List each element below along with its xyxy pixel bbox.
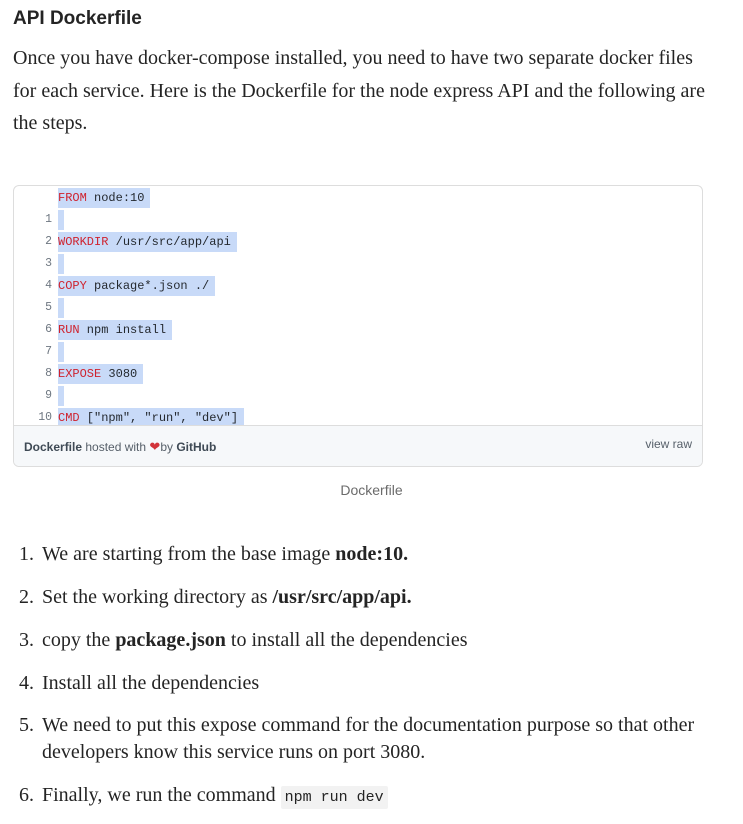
step-text: copy the: [42, 629, 116, 651]
list-item: 5. We need to put this expose command for…: [0, 712, 702, 766]
figure-caption: Dockerfile: [340, 482, 403, 498]
gist-file-link[interactable]: Dockerfile: [24, 440, 82, 454]
code-block[interactable]: 1 FROM node:10 2 3 WORKDIR /usr/src/app/…: [14, 186, 702, 446]
keyword: COPY: [58, 279, 87, 293]
keyword: CMD: [58, 411, 80, 425]
line-code: [58, 298, 64, 318]
intro-paragraph: Once you have docker-compose installed, …: [13, 47, 705, 134]
list-item: 6. Finally, we run the command npm run de…: [0, 782, 702, 811]
hosted-with-text: hosted with: [82, 440, 150, 454]
code-line: 6: [14, 297, 702, 336]
code-line: 3 WORKDIR /usr/src/app/api: [14, 231, 702, 270]
code-line: 1 FROM node:10: [14, 187, 702, 226]
section-heading: API Dockerfile: [13, 8, 142, 29]
list-number: 5.: [19, 714, 34, 736]
line-code: EXPOSE 3080: [58, 364, 144, 384]
list-number: 6.: [19, 784, 34, 806]
by-text: by: [160, 440, 177, 454]
line-code: FROM node:10: [58, 188, 151, 208]
step-text: We are starting from the base image: [42, 543, 336, 565]
line-code: COPY package*.json ./: [58, 276, 216, 296]
line-code: [58, 210, 64, 230]
code-line: 9 EXPOSE 3080: [14, 363, 702, 402]
keyword: FROM: [58, 191, 87, 205]
step-text: to install all the dependencies: [225, 629, 468, 651]
code-text: package*.json ./: [86, 279, 210, 293]
line-code: WORKDIR /usr/src/app/api: [58, 232, 237, 252]
step-text: We need to put this expose command for t…: [42, 714, 695, 763]
code-line: 8: [14, 341, 702, 380]
keyword: WORKDIR: [58, 235, 109, 249]
line-code: RUN npm install: [58, 320, 173, 340]
code-text: 3080: [101, 367, 138, 381]
code-text: ["npm", "run", "dev"]: [79, 411, 239, 425]
view-raw-link[interactable]: view raw: [645, 437, 692, 451]
heart-icon: ❤: [149, 439, 161, 454]
code-line: 10: [14, 385, 702, 424]
gist-footer: Dockerfile hosted with ❤by GitHub view r…: [14, 425, 702, 466]
keyword: RUN: [58, 323, 80, 337]
code-line: 5 COPY package*.json ./: [14, 275, 702, 314]
code-line: 2: [14, 209, 702, 248]
list-number: 2.: [19, 586, 34, 608]
list-item: 2. Set the working directory as /usr/src/…: [0, 584, 702, 611]
list-item: 4. Install all the dependencies: [0, 670, 702, 697]
list-number: 1.: [19, 543, 34, 565]
code-text: node:10: [86, 191, 145, 205]
steps-list: 1. We are starting from the base image no…: [0, 541, 743, 811]
list-number: 4.: [19, 672, 34, 694]
step-text: Set the working directory as: [42, 586, 273, 608]
step-bold: node:10.: [335, 543, 409, 565]
step-text: Install all the dependencies: [42, 672, 260, 694]
code-line: 7 RUN npm install: [14, 319, 702, 358]
step-bold: /usr/src/app/api.: [272, 586, 412, 608]
list-number: 3.: [19, 629, 34, 651]
code-line: 4: [14, 253, 702, 292]
gist-attribution: Dockerfile hosted with ❤by GitHub: [24, 439, 216, 455]
gist-embed: 1 FROM node:10 2 3 WORKDIR /usr/src/app/…: [13, 185, 703, 467]
github-link[interactable]: GitHub: [176, 440, 216, 454]
line-code: [58, 254, 64, 274]
list-item: 1. We are starting from the base image no…: [0, 541, 702, 568]
line-code: [58, 386, 64, 406]
inline-code: npm run dev: [280, 786, 388, 809]
step-bold: package.json: [115, 629, 226, 651]
code-text: npm install: [79, 323, 167, 337]
list-item: 3. copy the package.json to install all t…: [0, 627, 702, 654]
keyword: EXPOSE: [58, 367, 102, 381]
code-text: /usr/src/app/api: [108, 235, 231, 249]
step-text: Finally, we run the command: [42, 784, 281, 806]
line-code: [58, 342, 64, 362]
